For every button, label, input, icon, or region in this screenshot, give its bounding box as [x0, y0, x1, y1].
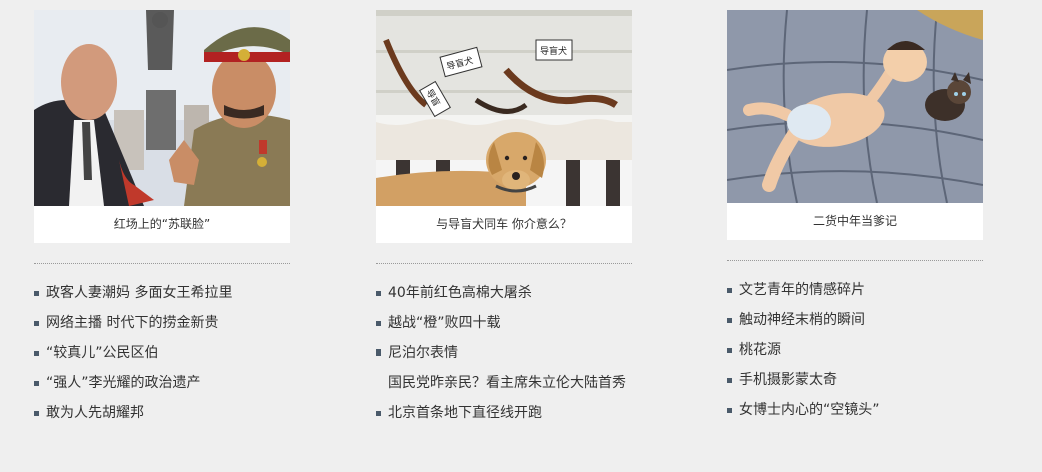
feature-caption[interactable]: 与导盲犬同车 你介意么？: [376, 206, 632, 243]
list-item[interactable]: 文艺青年的情感碎片: [727, 275, 987, 305]
feature-caption[interactable]: 红场上的“苏联脸”: [34, 206, 290, 243]
divider: [376, 263, 632, 264]
list-item[interactable]: 女博士内心的“空镜头”: [727, 395, 987, 425]
list-item[interactable]: 敢为人先胡耀邦: [34, 398, 294, 428]
feature-caption[interactable]: 二货中年当爹记: [727, 203, 983, 240]
feature-card[interactable]: 红场上的“苏联脸”: [34, 10, 290, 243]
list-item[interactable]: 40年前红色高棉大屠杀: [376, 278, 636, 308]
feature-card[interactable]: 二货中年当爹记: [727, 10, 983, 240]
link-list: 40年前红色高棉大屠杀 越战“橙”败四十载 尼泊尔表情 国民党昨亲民？看主席朱立…: [376, 278, 636, 428]
list-item[interactable]: 越战“橙”败四十载: [376, 308, 636, 338]
feature-column-3: 二货中年当爹记 文艺青年的情感碎片 触动神经末梢的瞬间 桃花源 手机摄影蒙太奇 …: [727, 10, 983, 425]
feature-card[interactable]: 导盲犬 导盲犬 导盲 与导盲犬同车 你介意么？: [376, 10, 632, 243]
feature-photo[interactable]: [727, 10, 983, 203]
divider: [727, 260, 983, 261]
feature-photo[interactable]: 导盲犬 导盲犬 导盲: [376, 10, 632, 206]
link-list: 政客人妻潮妈 多面女王希拉里 网络主播 时代下的捞金新贵 “较真儿”公民区伯 “…: [34, 278, 294, 428]
list-item[interactable]: “强人”李光耀的政治遗产: [34, 368, 294, 398]
link-list: 文艺青年的情感碎片 触动神经末梢的瞬间 桃花源 手机摄影蒙太奇 女博士内心的“空…: [727, 275, 987, 425]
list-item[interactable]: 政客人妻潮妈 多面女王希拉里: [34, 278, 294, 308]
list-item[interactable]: 国民党昨亲民？看主席朱立伦大陆首秀: [376, 349, 636, 398]
list-item[interactable]: “较真儿”公民区伯: [34, 338, 294, 368]
feature-photo[interactable]: [34, 10, 290, 206]
feature-column-1: 红场上的“苏联脸” 政客人妻潮妈 多面女王希拉里 网络主播 时代下的捞金新贵 “…: [34, 10, 290, 428]
list-item[interactable]: 触动神经末梢的瞬间: [727, 305, 987, 335]
list-item[interactable]: 北京首条地下直径线开跑: [376, 398, 636, 428]
list-item[interactable]: 尼泊尔表情: [376, 338, 636, 368]
tag-text: 导盲犬: [540, 45, 567, 57]
list-item[interactable]: 网络主播 时代下的捞金新贵: [34, 308, 294, 338]
list-item[interactable]: 桃花源: [727, 335, 987, 365]
divider: [34, 263, 290, 264]
feature-column-2: 导盲犬 导盲犬 导盲 与导盲犬同车 你介意么？ 40年前红色高棉大屠杀 越战“橙…: [376, 10, 632, 428]
list-item[interactable]: 手机摄影蒙太奇: [727, 365, 987, 395]
